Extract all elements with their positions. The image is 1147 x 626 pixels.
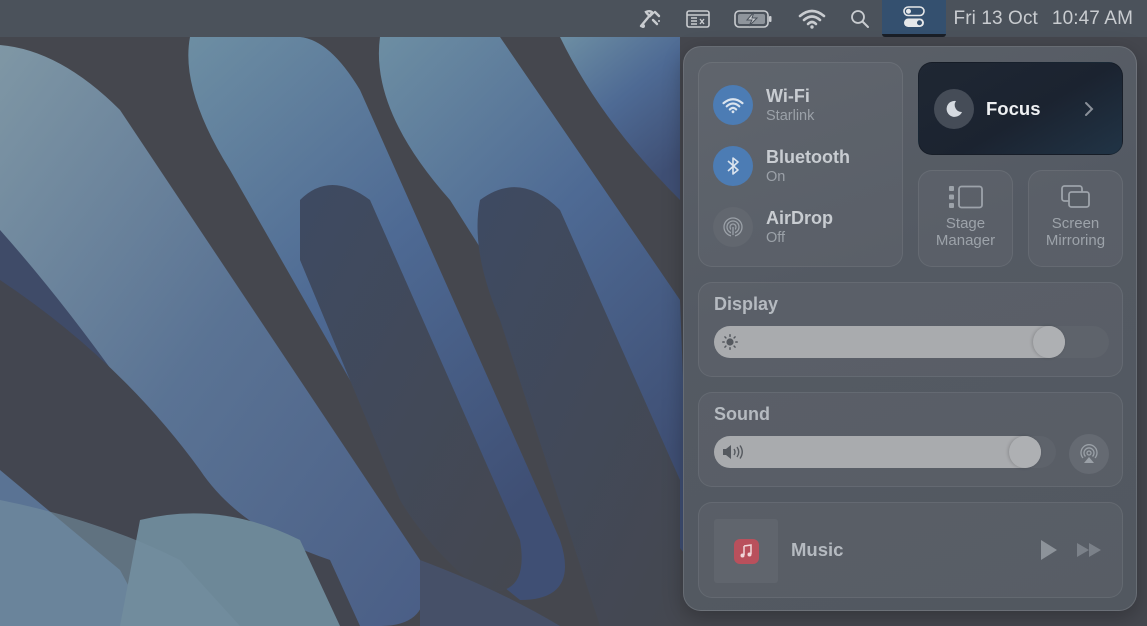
menubar-tools-button[interactable] <box>624 0 674 37</box>
airplay-audio-icon <box>1080 444 1098 463</box>
menubar-battery-button[interactable] <box>722 0 786 37</box>
window-icon <box>685 9 710 28</box>
focus-tile[interactable]: Focus <box>918 62 1123 155</box>
sound-tile: Sound <box>698 392 1123 487</box>
search-icon <box>850 9 869 28</box>
now-playing-tile: Music <box>698 502 1123 598</box>
menu-bar: Fri 13 Oct 10:47 AM <box>0 0 1147 37</box>
play-icon[interactable] <box>1040 539 1058 561</box>
moon-icon <box>946 100 962 117</box>
menubar-spotlight-button[interactable] <box>838 0 882 37</box>
wifi-network-name: Starlink <box>766 107 815 124</box>
menubar-window-button[interactable] <box>674 0 722 37</box>
focus-toggle-button[interactable] <box>934 88 974 129</box>
bluetooth-icon <box>727 157 739 175</box>
wifi-toggle[interactable]: Wi-Fi Starlink <box>713 85 814 125</box>
bluetooth-toggle-button[interactable] <box>713 146 753 186</box>
menubar-clock[interactable]: Fri 13 Oct 10:47 AM <box>946 8 1147 30</box>
airplay-audio-button[interactable] <box>1069 434 1109 474</box>
bluetooth-toggle[interactable]: Bluetooth On <box>713 146 850 186</box>
stage-manager-button[interactable]: Stage Manager <box>918 170 1013 267</box>
airdrop-icon <box>723 217 743 237</box>
brightness-slider[interactable] <box>714 326 1109 358</box>
menubar-time: 10:47 AM <box>1051 7 1133 29</box>
screen-mirroring-label-1: Screen <box>1051 215 1100 232</box>
album-artwork[interactable] <box>714 519 778 583</box>
wifi-label: Wi-Fi <box>766 85 810 106</box>
airdrop-label: AirDrop <box>766 207 833 228</box>
bluetooth-status: On <box>766 168 786 185</box>
connectivity-tile: Wi-Fi Starlink Bluetooth On AirDrop Off <box>698 62 903 267</box>
wifi-toggle-button[interactable] <box>713 85 753 125</box>
speaker-icon <box>723 445 743 459</box>
tools-icon <box>639 9 660 28</box>
now-playing-app: Music <box>791 539 844 560</box>
menubar-control-center-button[interactable] <box>881 0 946 37</box>
music-app-icon <box>733 538 759 564</box>
sound-label: Sound <box>714 404 770 424</box>
control-center-icon <box>902 6 925 27</box>
display-tile: Display <box>698 282 1123 377</box>
airdrop-toggle-button[interactable] <box>713 207 753 247</box>
control-center-panel: Wi-Fi Starlink Bluetooth On AirDrop Off … <box>683 46 1137 611</box>
battery-charging-icon <box>733 9 772 28</box>
volume-slider[interactable] <box>714 436 1056 468</box>
airdrop-status: Off <box>766 229 786 246</box>
screen-mirroring-icon <box>1060 185 1090 208</box>
stage-manager-icon <box>948 185 983 209</box>
chevron-right-icon[interactable] <box>1084 101 1094 117</box>
volume-slider-fill <box>714 436 1041 468</box>
screen-mirroring-label-2: Mirroring <box>1045 232 1106 249</box>
stage-manager-label-2: Manager <box>935 232 996 249</box>
menubar-wifi-button[interactable] <box>786 0 838 37</box>
stage-manager-label-1: Stage <box>945 215 986 232</box>
screen-mirroring-button[interactable]: Screen Mirroring <box>1028 170 1123 267</box>
fast-forward-icon[interactable] <box>1076 542 1102 558</box>
focus-label: Focus <box>986 97 1041 119</box>
menubar-date: Fri 13 Oct <box>953 7 1038 29</box>
brightness-slider-knob[interactable] <box>1033 326 1066 358</box>
wifi-icon <box>798 9 825 29</box>
airdrop-toggle[interactable]: AirDrop Off <box>713 207 833 247</box>
display-label: Display <box>714 294 779 314</box>
wifi-icon <box>722 97 744 113</box>
brightness-slider-fill <box>714 326 1066 358</box>
bluetooth-label: Bluetooth <box>766 146 850 167</box>
sun-icon <box>722 334 738 350</box>
volume-slider-knob[interactable] <box>1008 436 1041 468</box>
music-note-icon <box>740 544 752 558</box>
